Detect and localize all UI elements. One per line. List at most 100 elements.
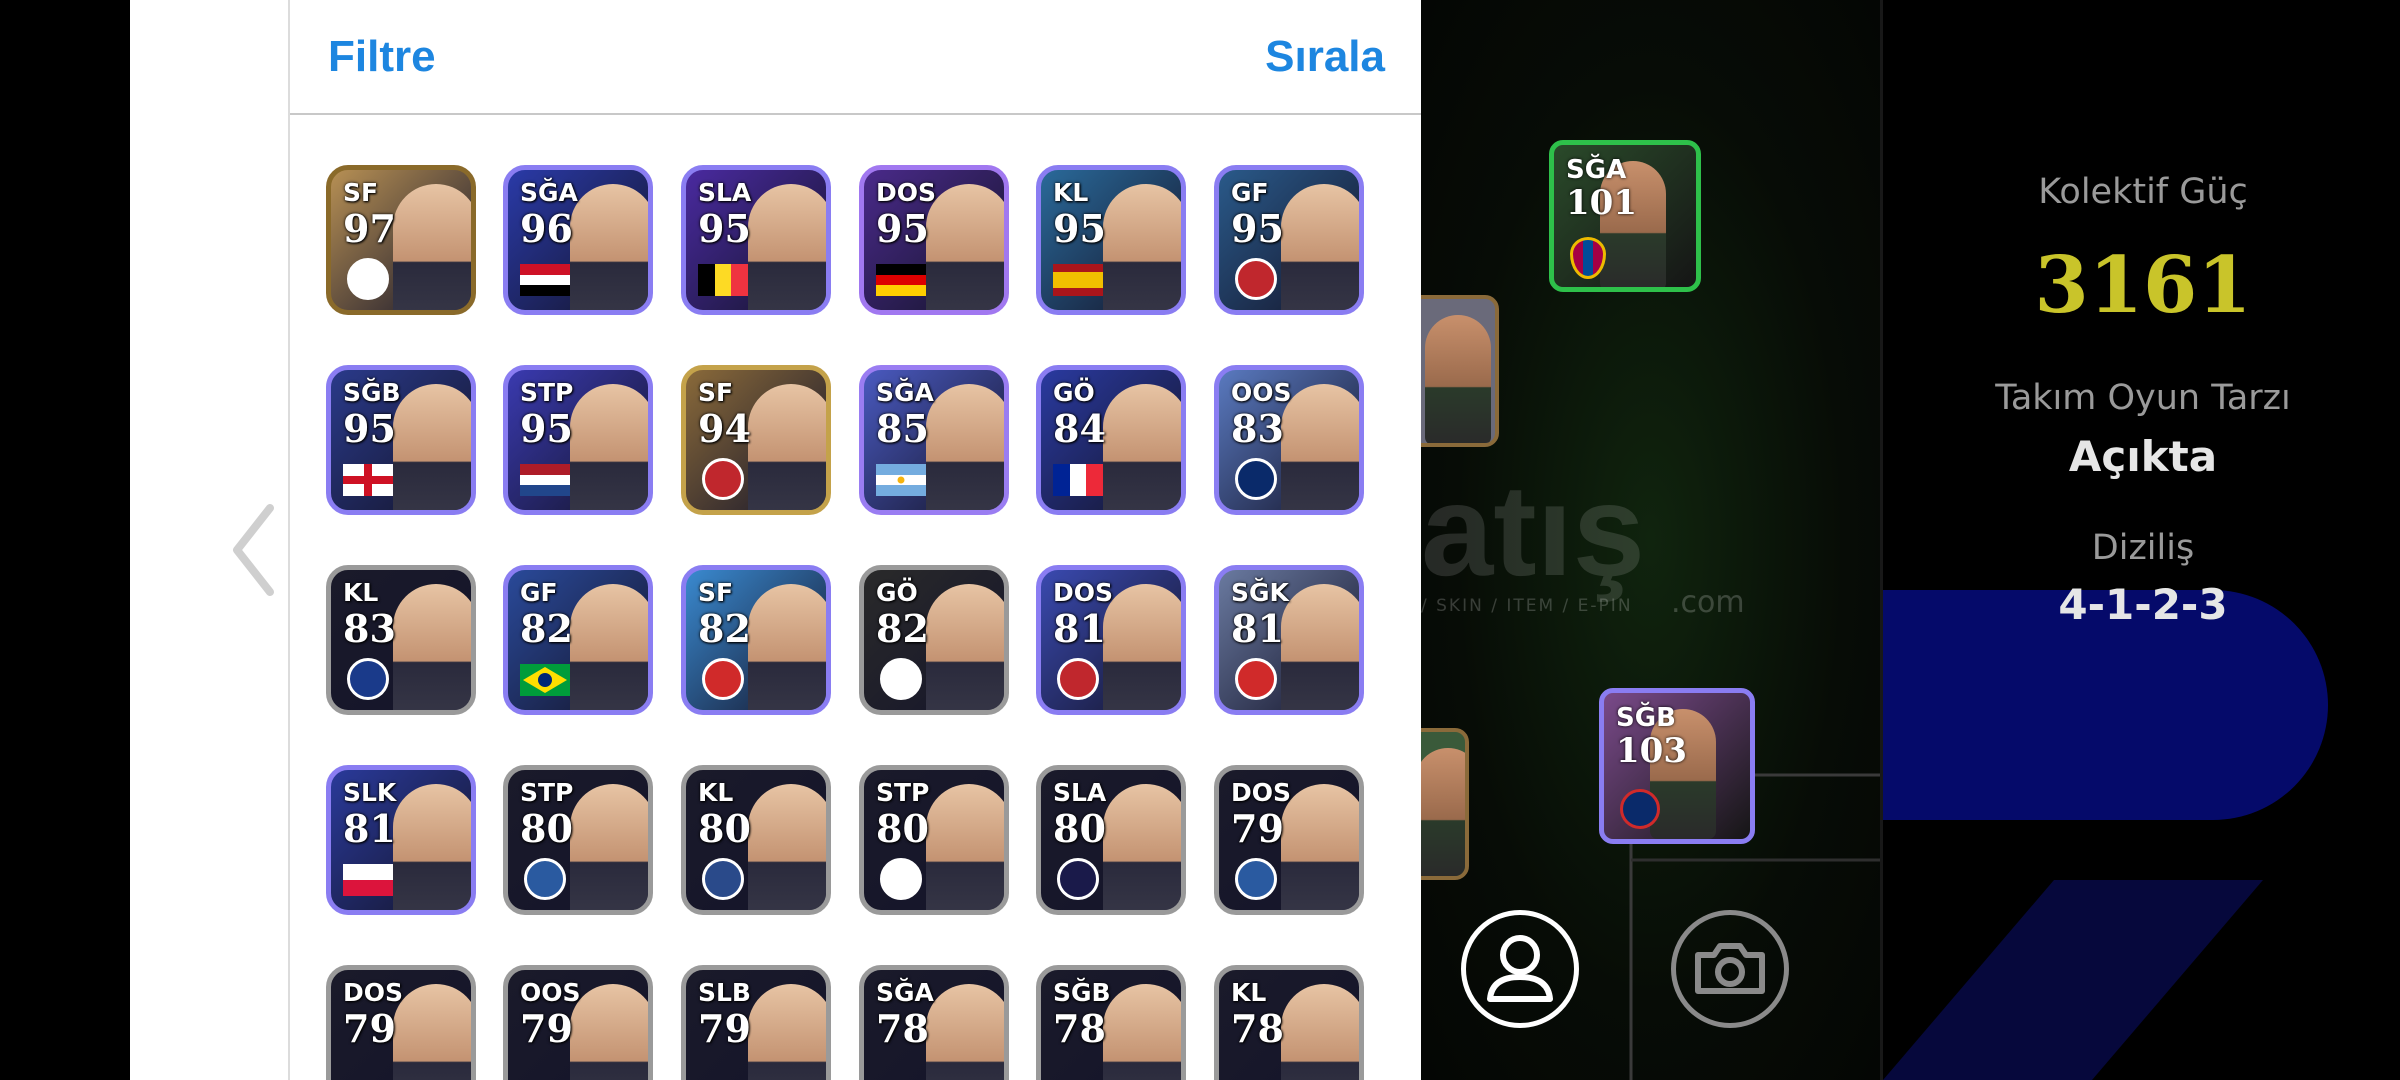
card-position: SĞA	[876, 378, 934, 407]
player-card[interactable]: SLK 81	[326, 765, 476, 915]
card-position: OOS	[520, 978, 581, 1007]
filter-button[interactable]: Filtre	[328, 32, 436, 82]
player-card[interactable]: DOS 95	[859, 165, 1009, 315]
card-position: DOS	[343, 978, 404, 1007]
watermark-subtext: / SKIN / ITEM / E-PIN	[1421, 596, 1633, 616]
nation-flag-icon	[1053, 464, 1103, 496]
player-card[interactable]: KL 83	[326, 565, 476, 715]
player-card[interactable]: STP 80	[503, 765, 653, 915]
player-card[interactable]: SLB 79	[681, 965, 831, 1080]
player-card[interactable]: SĞK 81	[1214, 565, 1364, 715]
collective-power-value: 3161	[2034, 240, 2252, 331]
card-position: DOS	[876, 178, 937, 207]
player-card[interactable]: SĞA 78	[859, 965, 1009, 1080]
player-portrait	[1103, 584, 1181, 710]
panel-header: Filtre Sırala	[290, 0, 1423, 115]
player-card[interactable]: GF 95	[1214, 165, 1364, 315]
player-portrait	[926, 784, 1004, 910]
decorative-shape	[1883, 880, 2263, 1080]
card-position: GF	[1231, 178, 1269, 207]
team-playstyle-label: Takım Oyun Tarzı	[1995, 378, 2291, 418]
card-position: SĞA	[1566, 155, 1627, 185]
person-icon	[1487, 935, 1553, 1002]
card-rating: 95	[876, 206, 929, 251]
player-card[interactable]: DOS 79	[326, 965, 476, 1080]
card-rating: 94	[698, 406, 751, 451]
pitch-player-card[interactable]	[1421, 728, 1469, 880]
card-rating: 95	[343, 406, 396, 451]
nation-flag-icon	[876, 264, 926, 296]
player-portrait	[1281, 984, 1359, 1080]
card-rating: 95	[698, 206, 751, 251]
player-portrait	[926, 584, 1004, 710]
player-card[interactable]: SF 97	[326, 165, 476, 315]
player-card[interactable]: GÖ 82	[859, 565, 1009, 715]
card-position: SLA	[1053, 778, 1107, 807]
card-position: STP	[520, 378, 574, 407]
player-card[interactable]: KL 95	[1036, 165, 1186, 315]
back-chevron-icon[interactable]	[225, 500, 285, 600]
card-position: KL	[1231, 978, 1267, 1007]
card-rating: 80	[520, 806, 573, 851]
nation-flag-icon	[520, 264, 570, 296]
card-rating: 84	[1053, 406, 1106, 451]
nation-flag-icon	[520, 664, 570, 696]
card-rating: 83	[1231, 406, 1284, 451]
player-portrait	[393, 984, 471, 1080]
club-crest-icon	[524, 858, 566, 900]
card-position: SĞB	[1053, 978, 1111, 1007]
player-portrait	[570, 984, 648, 1080]
player-card[interactable]: SLA 95	[681, 165, 831, 315]
card-rating: 79	[520, 1006, 573, 1051]
player-card[interactable]: GF 82	[503, 565, 653, 715]
card-position: GÖ	[876, 578, 918, 607]
card-rating: 80	[698, 806, 751, 851]
card-rating: 79	[343, 1006, 396, 1051]
player-portrait	[393, 584, 471, 710]
player-card[interactable]: KL 80	[681, 765, 831, 915]
club-crest-icon	[347, 658, 389, 700]
pitch-player-card[interactable]: SĞB 103	[1599, 688, 1755, 844]
player-card[interactable]: KL 78	[1214, 965, 1364, 1080]
player-card[interactable]: GÖ 84	[1036, 365, 1186, 515]
player-portrait	[1281, 184, 1359, 310]
card-position: SLK	[343, 778, 397, 807]
player-card[interactable]: SĞB 95	[326, 365, 476, 515]
team-playstyle-value: Açıkta	[2068, 432, 2218, 481]
player-card[interactable]: DOS 79	[1214, 765, 1364, 915]
club-crest-icon	[1620, 789, 1660, 829]
player-card[interactable]: SĞA 96	[503, 165, 653, 315]
card-rating: 96	[520, 206, 573, 251]
pitch-player-card[interactable]: SĞA 101	[1549, 140, 1701, 292]
player-portrait	[748, 584, 826, 710]
pitch-player-card[interactable]	[1421, 295, 1499, 447]
card-rating: 103	[1616, 731, 1687, 771]
player-portrait	[748, 384, 826, 510]
player-card[interactable]: SF 82	[681, 565, 831, 715]
player-portrait	[1281, 784, 1359, 910]
club-crest-icon	[1235, 658, 1277, 700]
player-portrait	[926, 384, 1004, 510]
player-card[interactable]: SLA 80	[1036, 765, 1186, 915]
screenshot-button[interactable]	[1671, 910, 1789, 1028]
player-card[interactable]: SĞA 85	[859, 365, 1009, 515]
player-card[interactable]: SĞB 78	[1036, 965, 1186, 1080]
player-card[interactable]: OOS 79	[503, 965, 653, 1080]
player-card[interactable]: SF 94	[681, 365, 831, 515]
player-card[interactable]: STP 80	[859, 765, 1009, 915]
nation-flag-icon	[520, 464, 570, 496]
watermark-domain: .com	[1671, 585, 1745, 620]
club-crest-icon	[702, 658, 744, 700]
card-rating: 78	[1053, 1006, 1106, 1051]
player-card[interactable]: OOS 83	[1214, 365, 1364, 515]
player-card[interactable]: DOS 81	[1036, 565, 1186, 715]
player-card[interactable]: STP 95	[503, 365, 653, 515]
card-rating: 79	[1231, 806, 1284, 851]
sort-button[interactable]: Sırala	[1265, 32, 1385, 82]
card-position: SF	[698, 378, 734, 407]
camera-icon	[1695, 943, 1765, 994]
player-profile-button[interactable]	[1461, 910, 1579, 1028]
player-portrait	[926, 184, 1004, 310]
formation-label: Diziliş	[2091, 528, 2195, 568]
card-rating: 82	[698, 606, 751, 651]
